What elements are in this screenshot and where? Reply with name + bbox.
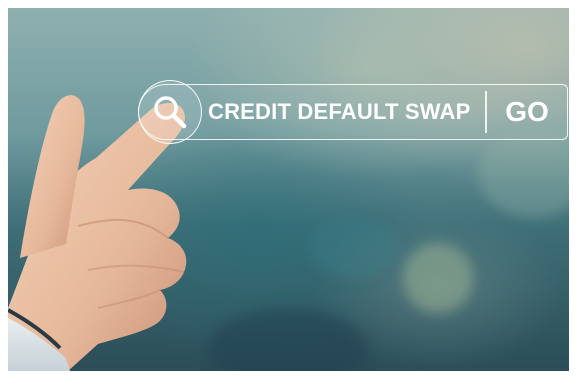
search-input[interactable]: CREDIT DEFAULT SWAP <box>208 84 471 140</box>
search-icon[interactable] <box>150 92 190 132</box>
search-divider <box>485 91 487 133</box>
pointing-hand <box>8 95 187 371</box>
go-button[interactable]: GO <box>488 84 566 140</box>
photo-frame: CREDIT DEFAULT SWAP GO <box>8 8 569 371</box>
